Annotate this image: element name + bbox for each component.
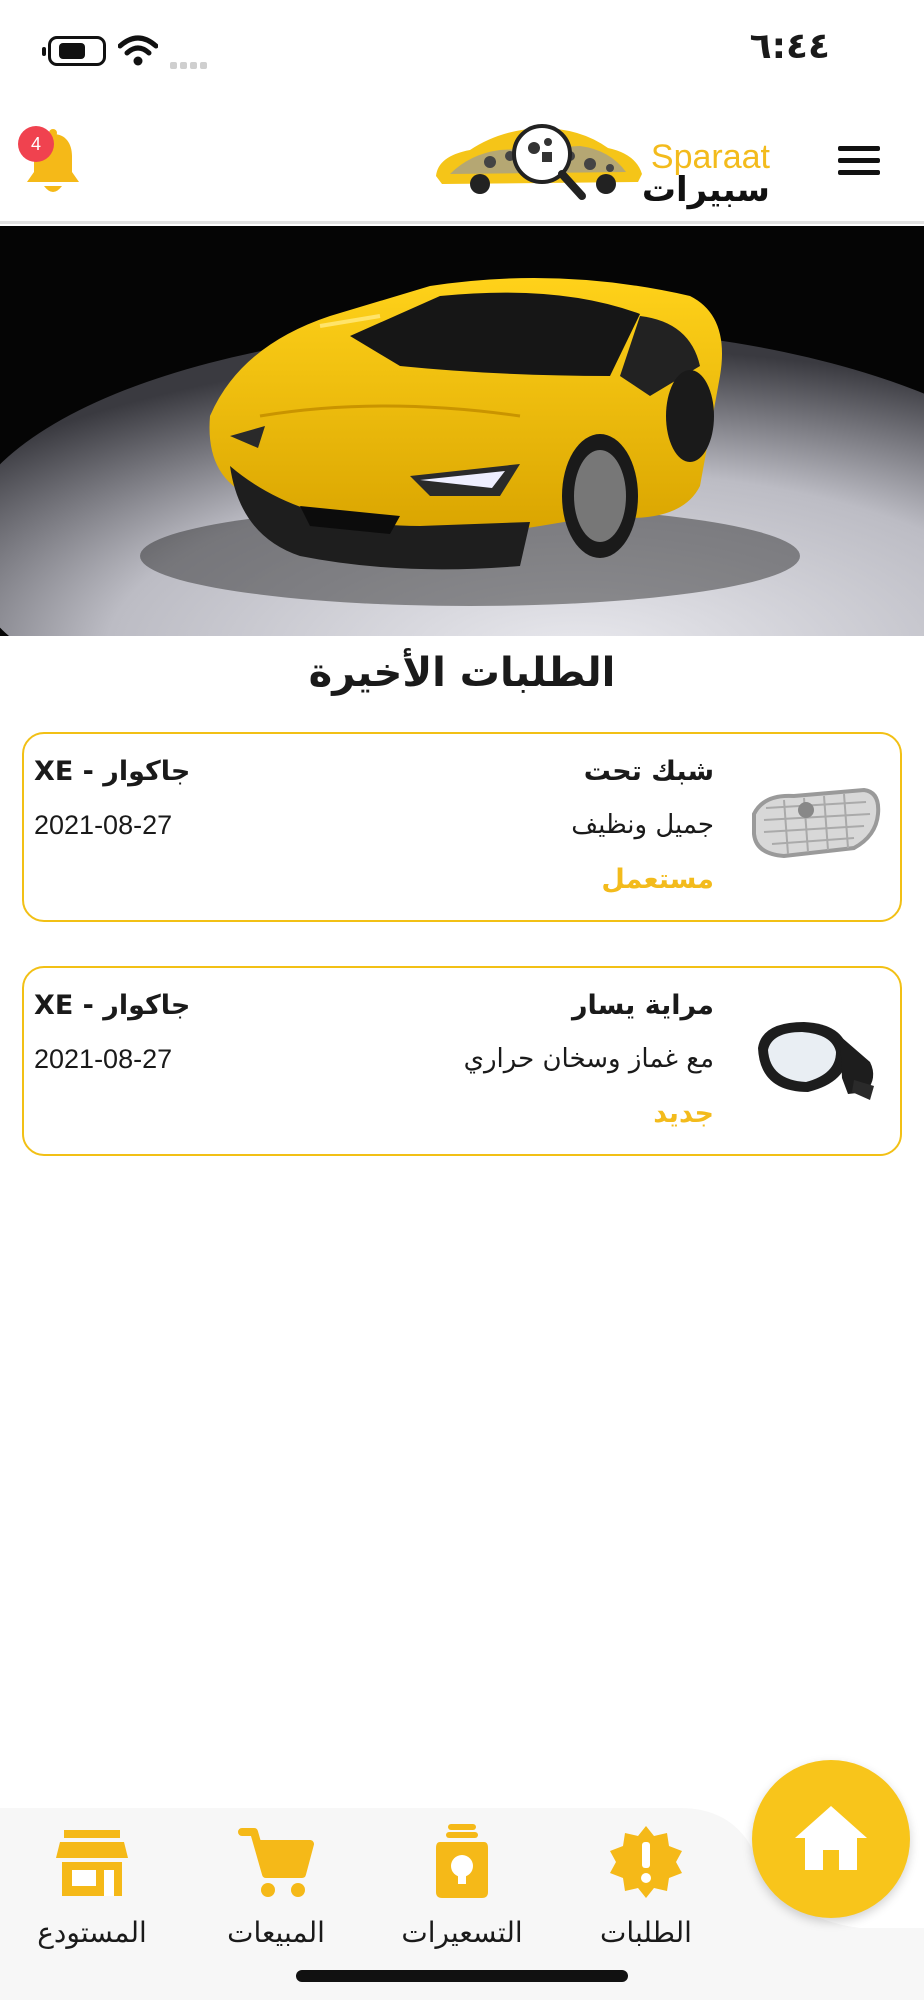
car-model: جاكوار - XE bbox=[34, 756, 191, 787]
status-bar: ٦:٤٤ bbox=[0, 0, 924, 100]
part-name: شبك تحت bbox=[583, 756, 714, 787]
grille-icon bbox=[744, 758, 884, 898]
car-model: جاكوار - XE bbox=[34, 990, 191, 1021]
logo-car-graphic bbox=[436, 124, 642, 200]
status-time: ٦:٤٤ bbox=[749, 26, 830, 67]
request-card[interactable]: مراية يسار مع غماز وسخان حراري جديد جاكو… bbox=[22, 966, 902, 1156]
part-name: مراية يسار bbox=[572, 990, 714, 1021]
sports-car-image bbox=[0, 226, 924, 636]
request-date: 2021-08-27 bbox=[34, 1044, 173, 1074]
price-tag-icon bbox=[436, 1824, 488, 1898]
nav-item-warehouse[interactable]: المستودع bbox=[12, 1822, 172, 1949]
part-condition: مستعمل bbox=[601, 864, 714, 895]
home-icon bbox=[795, 1806, 867, 1870]
hamburger-menu-icon[interactable] bbox=[838, 146, 880, 178]
sparaat-logo: Sparaat سبيرات bbox=[430, 116, 770, 212]
recent-requests-title: الطلبات الأخيرة bbox=[308, 650, 616, 696]
alert-badge-icon bbox=[610, 1826, 682, 1898]
nav-label: المستودع bbox=[37, 1916, 147, 1949]
nav-label: المبيعات bbox=[227, 1916, 325, 1949]
nav-item-requests[interactable]: الطلبات bbox=[566, 1822, 726, 1949]
nav-label: التسعيرات bbox=[401, 1916, 523, 1949]
nav-item-sales[interactable]: المبيعات bbox=[196, 1822, 356, 1949]
nav-item-quotes[interactable]: التسعيرات bbox=[382, 1822, 542, 1949]
logo-text-ar: سبيرات bbox=[641, 170, 770, 210]
request-date: 2021-08-27 bbox=[34, 810, 173, 840]
side-mirror-icon bbox=[744, 992, 884, 1132]
part-description: مع غماز وسخان حراري bbox=[463, 1044, 714, 1074]
nav-label: الطلبات bbox=[600, 1916, 692, 1949]
notification-badge: 4 bbox=[18, 126, 54, 162]
cart-icon bbox=[238, 1828, 314, 1897]
part-description: جميل ونظيف bbox=[571, 810, 714, 840]
wifi-icon bbox=[118, 35, 158, 66]
app-header: Sparaat سبيرات bbox=[0, 100, 924, 224]
home-indicator bbox=[296, 1970, 628, 1982]
cellular-signal-icon bbox=[170, 54, 214, 69]
battery-icon bbox=[42, 36, 106, 66]
home-button[interactable] bbox=[752, 1760, 910, 1918]
hero-banner bbox=[0, 226, 924, 636]
store-icon bbox=[56, 1830, 128, 1896]
request-card[interactable]: شبك تحت جميل ونظيف مستعمل جاكوار - XE 20… bbox=[22, 732, 902, 922]
part-condition: جديد bbox=[653, 1098, 714, 1129]
